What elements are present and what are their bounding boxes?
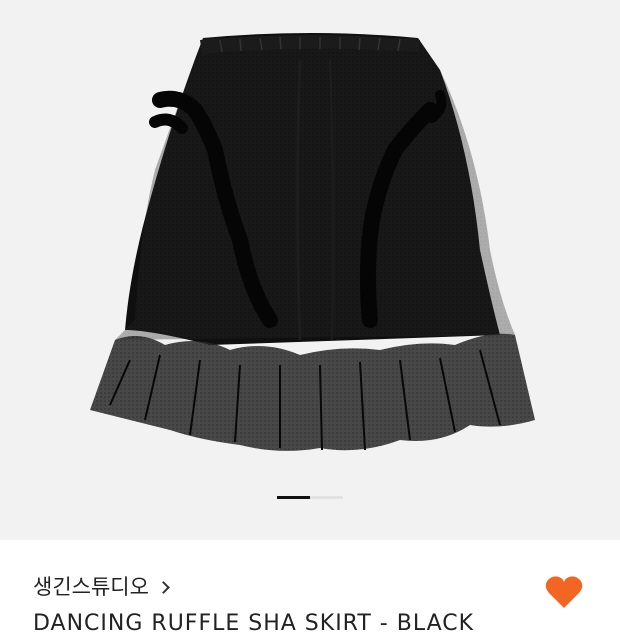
pager-dot[interactable] [310,496,343,499]
heart-icon[interactable] [544,574,584,610]
brand-link[interactable]: 생긴스튜디오 [33,573,170,601]
product-name: DANCING RUFFLE SHA SKIRT - BLACK [33,611,475,636]
product-image [90,33,535,451]
image-pager [277,496,343,499]
brand-name: 생긴스튜디오 [33,575,149,599]
product-image-gallery[interactable] [0,0,620,540]
pager-dot-active[interactable] [277,496,310,499]
chevron-right-icon [157,580,170,594]
